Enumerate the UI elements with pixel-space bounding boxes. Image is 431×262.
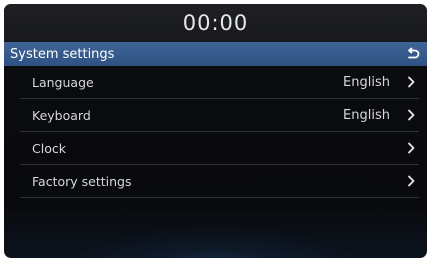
back-arrow-icon[interactable] bbox=[405, 46, 421, 62]
settings-item-value: English bbox=[343, 74, 390, 90]
chevron-right-icon bbox=[408, 175, 415, 187]
page-header: System settings bbox=[4, 42, 427, 66]
chevron-right-icon bbox=[408, 76, 415, 88]
infotainment-screen: 00:00 System settings Language English K… bbox=[4, 4, 427, 258]
clock-display: 00:00 bbox=[182, 11, 249, 35]
chevron-right-icon bbox=[408, 109, 415, 121]
status-bar: 00:00 bbox=[4, 4, 427, 42]
settings-item-keyboard[interactable]: Keyboard English bbox=[20, 99, 419, 132]
settings-item-language[interactable]: Language English bbox=[20, 66, 419, 99]
settings-list: Language English Keyboard English Clock … bbox=[4, 66, 427, 198]
page-title: System settings bbox=[10, 46, 115, 62]
settings-item-label: Clock bbox=[32, 140, 66, 156]
settings-item-value: English bbox=[343, 107, 390, 123]
settings-item-label: Language bbox=[32, 74, 94, 90]
settings-item-label: Factory settings bbox=[32, 173, 132, 189]
settings-item-factory-settings[interactable]: Factory settings bbox=[20, 165, 419, 198]
settings-item-label: Keyboard bbox=[32, 107, 91, 123]
chevron-right-icon bbox=[408, 142, 415, 154]
settings-item-clock[interactable]: Clock bbox=[20, 132, 419, 165]
